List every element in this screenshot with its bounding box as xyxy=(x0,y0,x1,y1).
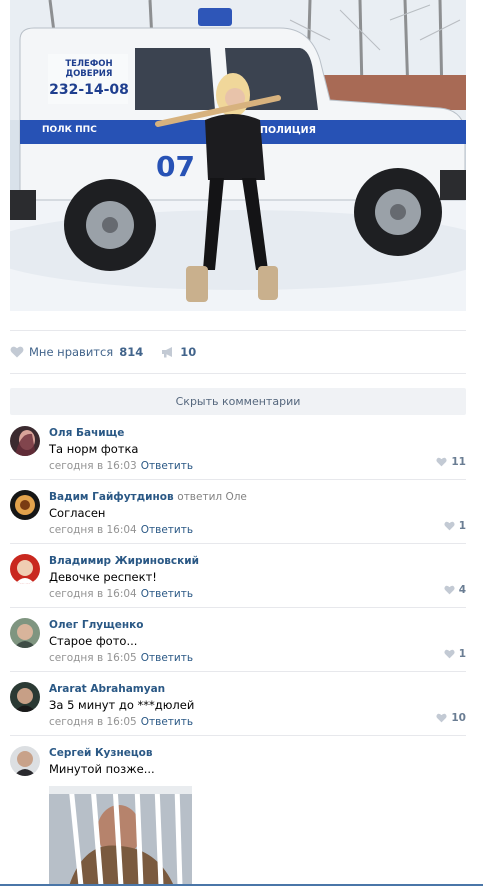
car-phone-number: 232-14-08 xyxy=(49,82,129,98)
comment-text: Та норм фотка xyxy=(49,442,139,456)
comment-time[interactable]: сегодня в 16:03 xyxy=(49,460,137,472)
comment-like-button[interactable]: 11 xyxy=(436,456,466,468)
avatar[interactable] xyxy=(10,746,40,776)
comment-item: Вадим Гайфутдинов ответил Оле Согласен с… xyxy=(10,480,466,544)
comment-author[interactable]: Олег Глущенко xyxy=(49,618,466,632)
avatar[interactable] xyxy=(10,618,40,648)
heart-icon xyxy=(444,521,455,531)
comment-like-button[interactable]: 1 xyxy=(444,520,466,532)
heart-icon xyxy=(444,585,455,595)
comment-text: Согласен xyxy=(49,506,106,520)
comment-text: Старое фото... xyxy=(49,634,138,648)
comment-like-count: 11 xyxy=(451,456,466,468)
comment-time[interactable]: сегодня в 16:04 xyxy=(49,588,137,600)
comment-time[interactable]: сегодня в 16:05 xyxy=(49,652,137,664)
comment-author[interactable]: Сергей Кузнецов xyxy=(49,746,466,760)
comment-text: За 5 минут до ***дюлей xyxy=(49,698,195,712)
comment-attachment-photo[interactable] xyxy=(49,786,192,886)
avatar[interactable] xyxy=(10,426,40,456)
divider xyxy=(10,373,466,374)
comment-item: Олег Глущенко Старое фото... сегодня в 1… xyxy=(10,608,466,672)
comment-time[interactable]: сегодня в 16:04 xyxy=(49,524,137,536)
heart-icon xyxy=(10,346,24,358)
heart-icon xyxy=(444,649,455,659)
reply-link[interactable]: Ответить xyxy=(141,716,193,728)
share-button[interactable]: 10 xyxy=(161,345,196,359)
divider xyxy=(10,330,466,331)
car-stripe-left: ПОЛК ППС xyxy=(42,125,97,135)
comment-like-button[interactable]: 4 xyxy=(444,584,466,596)
comment-text: Девочке респект! xyxy=(49,570,157,584)
reply-link[interactable]: Ответить xyxy=(141,524,193,536)
share-count: 10 xyxy=(180,345,197,359)
comment-like-count: 1 xyxy=(458,520,466,532)
like-label: Мне нравится xyxy=(29,345,114,359)
hide-comments-button[interactable]: Скрыть комментарии xyxy=(10,388,466,415)
avatar[interactable] xyxy=(10,490,40,520)
comment-author[interactable]: Вадим Гайфутдинов xyxy=(49,491,174,503)
comment-author[interactable]: Ararat Abrahamyan xyxy=(49,682,466,696)
comment-author[interactable]: Оля Бачище xyxy=(49,426,466,440)
post-actions: Мне нравится 814 10 xyxy=(10,341,214,363)
comment-like-count: 10 xyxy=(451,712,466,724)
avatar[interactable] xyxy=(10,682,40,712)
like-button[interactable]: Мне нравится 814 xyxy=(10,345,143,359)
comment-like-count: 4 xyxy=(458,584,466,596)
comment-item: Оля Бачище Та норм фотка сегодня в 16:03… xyxy=(10,416,466,480)
comment-author[interactable]: Владимир Жириновский xyxy=(49,554,466,568)
reply-link[interactable]: Ответить xyxy=(141,588,193,600)
like-count: 814 xyxy=(119,345,144,359)
comment-item: Владимир Жириновский Девочке респект! се… xyxy=(10,544,466,608)
megaphone-icon xyxy=(162,347,173,358)
car-phone-label: ТЕЛЕФОН ДОВЕРИЯ xyxy=(65,59,113,79)
comment-like-button[interactable]: 1 xyxy=(444,648,466,660)
car-stripe-right: ПОЛИЦИЯ xyxy=(260,125,316,136)
comment-reply-to[interactable]: ответил Оле xyxy=(177,491,247,503)
comment-like-count: 1 xyxy=(458,648,466,660)
reply-link[interactable]: Ответить xyxy=(141,460,193,472)
comment-time[interactable]: сегодня в 16:05 xyxy=(49,716,137,728)
comment-item: Ararat Abrahamyan За 5 минут до ***дюлей… xyxy=(10,672,466,736)
heart-icon xyxy=(436,713,447,723)
avatar[interactable] xyxy=(10,554,40,584)
car-number: 07 xyxy=(156,150,195,183)
reply-link[interactable]: Ответить xyxy=(141,652,193,664)
post-photo[interactable]: ТЕЛЕФОН ДОВЕРИЯ 232-14-08 ПОЛК ППС ПОЛИЦ… xyxy=(10,0,466,311)
comment-text: Минутой позже... xyxy=(49,762,155,776)
comment-like-button[interactable]: 10 xyxy=(436,712,466,724)
heart-icon xyxy=(436,457,447,467)
